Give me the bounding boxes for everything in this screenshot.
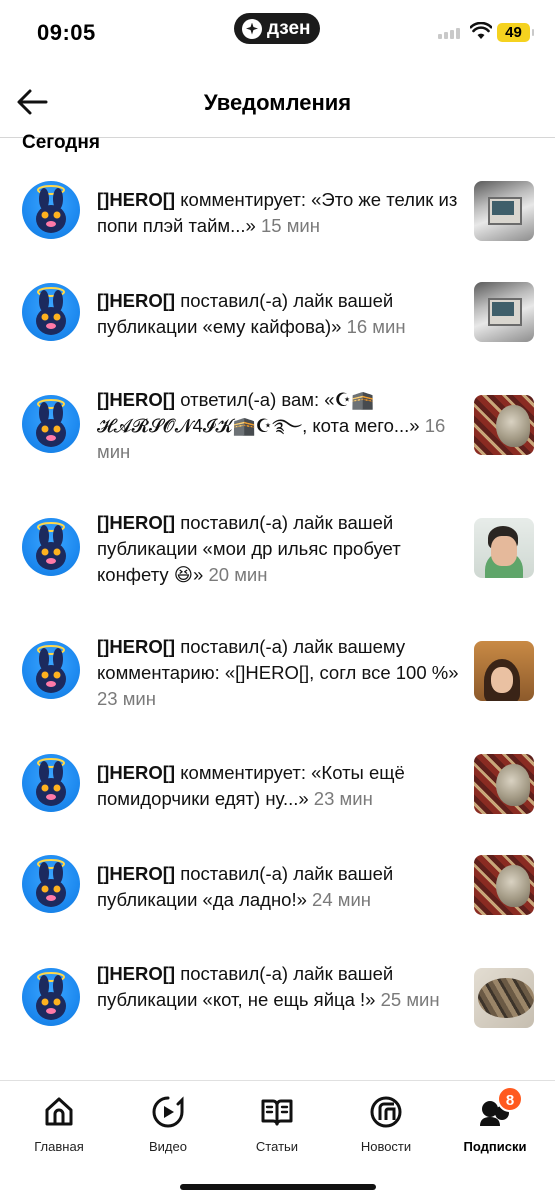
post-thumbnail[interactable] [474,181,534,241]
notification-time: 16 мин [341,316,406,337]
author-name[interactable]: []HERO[] [97,963,175,984]
notification-badge: 8 [497,1086,523,1112]
avatar[interactable] [22,968,80,1026]
post-thumbnail[interactable] [474,641,534,701]
avatar[interactable] [22,181,80,239]
author-name[interactable]: []HERO[] [97,863,175,884]
avatar[interactable] [22,855,80,913]
author-name[interactable]: []HERO[] [97,389,175,410]
bunny-avatar-icon [36,859,66,907]
notification-text: []HERO[] поставил(-а) лайк вашему коммен… [97,634,465,712]
section-title-today: Сегодня [22,132,100,153]
nav-item-home[interactable]: Главная [9,1093,109,1154]
nav-label: Подписки [463,1139,527,1154]
avatar[interactable] [22,283,80,341]
dzen-label: дзен [267,17,311,39]
post-thumbnail[interactable] [474,282,534,342]
video-play-icon [152,1096,184,1128]
bunny-avatar-icon [36,758,66,806]
wifi-icon [470,22,492,39]
notification-item[interactable]: []HERO[] поставил(-а) лайк вашей публика… [0,265,555,365]
notification-time: 25 мин [375,989,440,1010]
author-name[interactable]: []HERO[] [97,189,175,210]
notification-text: []HERO[] поставил(-а) лайк вашей публика… [97,961,465,1013]
dzen-logo-icon [242,18,262,39]
home-indicator[interactable] [180,1184,376,1190]
author-name[interactable]: []HERO[] [97,290,175,311]
notification-text: []HERO[] поставил(-а) лайк вашей публика… [97,510,465,588]
notification-text: []HERO[] поставил(-а) лайк вашей публика… [97,288,465,340]
book-icon [261,1099,293,1126]
dzen-app-pill[interactable]: дзен [234,13,320,44]
post-thumbnail[interactable] [474,518,534,578]
notification-text: []HERO[] комментирует: «Коты ещё помидор… [97,760,465,812]
nav-label: Новости [360,1139,412,1154]
notification-item[interactable]: []HERO[] комментирует: «Это же телик из … [0,165,555,265]
bottom-navigation: Главная Видео Статьи Новости 8 Подписки [0,1080,555,1200]
avatar[interactable] [22,395,80,453]
bunny-avatar-icon [36,287,66,335]
header: Уведомления [0,66,555,138]
post-thumbnail[interactable] [474,968,534,1028]
notification-time: 23 мин [308,788,373,809]
author-name[interactable]: []HERO[] [97,512,175,533]
notification-item[interactable]: []HERO[] комментирует: «Коты ещё помидор… [0,740,555,840]
notification-item[interactable]: []HERO[] поставил(-а) лайк вашей публика… [0,840,555,940]
notification-item[interactable]: []HERO[] поставил(-а) лайк вашей публика… [0,940,555,1040]
notification-time: 23 мин [97,688,156,709]
nav-item-news[interactable]: Новости [336,1093,436,1154]
cellular-signal-icon [438,28,460,39]
news-icon [370,1096,402,1128]
status-time: 09:05 [37,20,96,45]
nav-item-subscriptions[interactable]: 8 Подписки [445,1086,545,1154]
nav-label: Видео [149,1139,187,1154]
author-name[interactable]: []HERO[] [97,636,175,657]
notification-time: 24 мин [306,889,372,910]
nav-label: Главная [34,1139,84,1154]
notification-item[interactable]: []HERO[] ответил(-а) вам: «☪🕋 𝓗𝓐𝓡𝓢𝓞𝓝4𝓘𝓚🕋… [0,365,555,465]
notification-time: 15 мин [255,215,320,236]
bunny-avatar-icon [36,522,66,570]
notification-item[interactable]: []HERO[] поставил(-а) лайк вашей публика… [0,490,555,590]
notification-text: []HERO[] поставил(-а) лайк вашей публика… [97,861,465,913]
avatar[interactable] [22,754,80,812]
bunny-avatar-icon [36,972,66,1020]
post-thumbnail[interactable] [474,395,534,455]
post-thumbnail[interactable] [474,754,534,814]
bunny-avatar-icon [36,645,66,693]
author-name[interactable]: []HERO[] [97,762,175,783]
nav-item-articles[interactable]: Статьи [227,1093,327,1154]
notification-item[interactable]: []HERO[] поставил(-а) лайк вашему коммен… [0,615,555,715]
notification-text: []HERO[] комментирует: «Это же телик из … [97,187,465,239]
nav-label: Статьи [255,1139,299,1154]
battery-indicator: 49 [497,23,534,42]
notification-time: 20 мин [203,564,268,585]
status-bar: 09:05 дзен 49 [0,0,555,66]
post-thumbnail[interactable] [474,855,534,915]
notification-text: []HERO[] ответил(-а) вам: «☪🕋 𝓗𝓐𝓡𝓢𝓞𝓝4𝓘𝓚🕋… [97,387,465,465]
avatar[interactable] [22,518,80,576]
nav-item-video[interactable]: Видео [118,1093,218,1154]
bunny-avatar-icon [36,399,66,447]
home-icon [45,1097,73,1126]
avatar[interactable] [22,641,80,699]
page-title: Уведомления [203,90,352,115]
bunny-avatar-icon [36,185,66,233]
